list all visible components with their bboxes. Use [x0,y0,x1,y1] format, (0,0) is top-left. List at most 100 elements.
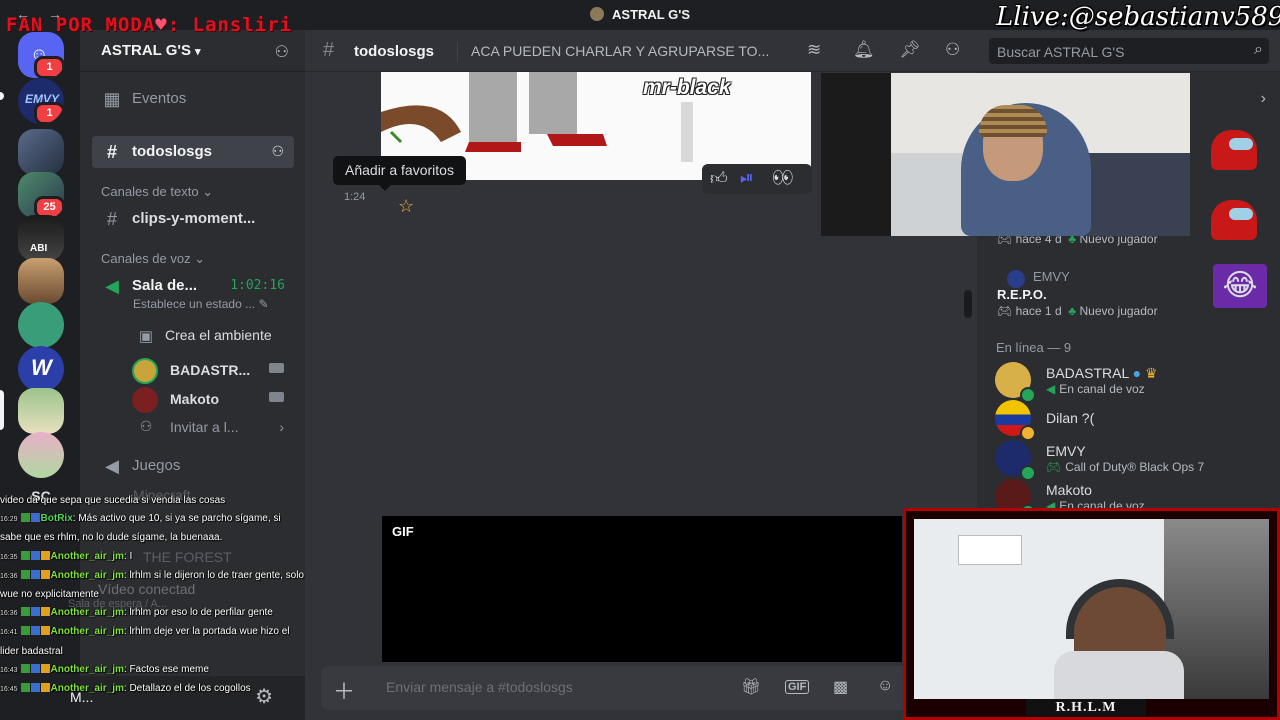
activity-card[interactable]: EMVY R.E.P.O. 🎮︎ hace 1 d ♣︎ Nuevo jugad… [987,264,1271,324]
gif-tag: GIF [392,524,414,539]
unread-badge: 1 [34,102,64,124]
thumbs-up-icon[interactable]: 👍︎ [710,168,728,189]
hash-icon: # [323,39,335,61]
member-name: BADASTRAL ● ♛ [1046,365,1158,381]
chat-line: 16:36 Another_air_jm: lrhlm por eso lo de… [0,607,273,619]
among-us-icon [1211,200,1257,240]
pencil-icon: ✎ [258,297,269,311]
member-subtext: ◀ En canal de voz [1046,382,1145,396]
globe-icon: ● [1132,365,1142,381]
live-handle-overlay: Llive:@sebastianv5892 [996,2,1280,32]
emoji-thumbnail: 😂︎ [1213,264,1267,308]
channel-item-todoslosgs[interactable]: # todoslosgs ⚇ [92,136,294,168]
voice-user[interactable]: BADASTR... [132,356,292,384]
member-item[interactable]: EMVY 🎮︎ Call of Duty® Black Ops 7 [993,438,1263,481]
eyes-icon[interactable]: 👀︎ [772,168,794,188]
camera-icon [269,392,284,402]
voice-timer: 1:02:16 [230,278,285,293]
among-us-icon [1211,130,1257,170]
online-header: En línea — 9 [996,340,1072,355]
search-box[interactable]: Buscar ASTRAL G'S ⌕ [989,38,1269,64]
member-item[interactable]: Dilan ?( [993,398,1263,441]
crown-icon: ♛ [1144,365,1158,381]
favorite-star-icon[interactable]: ☆ [398,196,414,217]
gif-embed[interactable]: GIF [382,516,902,662]
chat-header: # todoslosgs ACA PUEDEN CHARLAR Y AGRUPA… [305,30,1280,72]
heart-icon: ♥ [155,14,168,36]
stream-chat-overlay: video da que sepa que sucedia si vendia … [0,492,305,720]
server-icon[interactable] [18,432,64,478]
invite-people-icon[interactable]: ⚇ [275,42,289,62]
thumbnail [1207,200,1261,242]
pin-icon[interactable]: 📌︎ [899,40,921,60]
category-voice-channels[interactable]: Canales de voz ⌄ [101,251,205,267]
events-item[interactable]: ▦ Eventos [92,83,294,115]
member-list-icon[interactable]: ⚇ [945,40,960,60]
gif-button[interactable]: GIF [785,680,810,694]
avatar [132,358,158,384]
chat-line: 16:29 BotRix: Más activo que 10, si ya se… [0,513,281,544]
voice-user[interactable]: Makoto [132,385,292,413]
channel-item-clips[interactable]: # clips-y-moment... [92,203,294,235]
gift-icon[interactable]: 🎁︎ [741,677,761,697]
gamepad-icon: 🎮︎ [1046,460,1062,474]
meme-caption: mr-black [643,76,731,99]
server-astral-gs[interactable] [18,388,64,434]
message-timestamp: 1:24 [344,191,366,203]
threads-icon[interactable]: ≋ [807,40,821,60]
favorite-tooltip: Añadir a favoritos [333,156,466,191]
guild-header[interactable]: ASTRAL G'S ▾ ⚇ [80,30,305,72]
reaction-bar: 👍︎ ⏯︎ 👀︎ [702,164,812,194]
message-composer[interactable]: ＋ Enviar mensaje a #todoslosgs 🎁︎ GIF ▩ … [321,666,921,710]
add-member-icon[interactable]: ⚇ [271,143,284,160]
vibe-icon: ▣ [138,328,154,345]
guest-webcam: R.H.L.M [903,508,1280,720]
fan-overlay: FAN POR MODA♥: Lansliri [6,14,293,36]
bell-icon[interactable]: 🔔︎ [853,40,875,60]
unread-badge: 1 [34,56,64,78]
chat-line: 16:45 Another_air_jm: Detallazo el de los… [0,683,251,695]
server-icon[interactable] [18,302,64,348]
server-icon[interactable] [18,129,64,175]
direct-messages-button[interactable]: ☺ 1 [18,32,64,78]
channel-topic[interactable]: ACA PUEDEN CHARLAR Y AGRUPARSE TO... [471,43,769,59]
chat-line: 16:41 Another_air_jm: lrhlm deje ver la p… [0,626,290,657]
set-vibe-item[interactable]: ▣ Crea el ambiente [92,320,294,352]
chat-line: 16:36 Another_air_jm: lrhlm si le dijeron… [0,569,304,601]
search-placeholder: Buscar ASTRAL G'S [997,44,1125,60]
server-w[interactable]: W [18,346,64,392]
streamer-webcam [821,73,1190,236]
scrollbar-thumb[interactable] [964,290,972,318]
chevron-down-icon: ⌄ [194,251,206,266]
avatar [132,387,158,413]
sticker-icon[interactable]: ▩ [833,677,848,697]
hash-icon: # [106,209,117,229]
chevron-down-icon: ⌄ [202,184,214,199]
chevron-down-icon: ▾ [194,46,201,58]
chat-line: 16:43 Another_air_jm: Factos ese meme [0,663,209,675]
voice-status[interactable]: Establece un estado ... ✎ [133,297,269,311]
server-icon[interactable]: 25 [18,172,64,218]
emoji-icon[interactable]: ☺ [877,677,893,695]
server-abi[interactable]: ABI [18,215,64,261]
invite-item[interactable]: ⚇ Invitar a l... › [92,412,294,444]
category-text-channels[interactable]: Canales de texto ⌄ [101,184,213,200]
guild-name: ASTRAL G'S ▾ [101,42,201,59]
chat-line: video da que sepa que sucedia si vendia … [0,495,226,506]
member-item[interactable]: BADASTRAL ● ♛ ◀ En canal de voz [993,360,1263,403]
divider [457,42,458,62]
calendar-icon: ▦ [103,89,121,109]
chevron-right-icon[interactable]: › [1261,90,1266,108]
speaker-icon: ◀ [1046,382,1056,396]
server-emvy[interactable]: EMVY 1 [18,78,64,124]
member-subtext: 🎮︎ Call of Duty® Black Ops 7 [1046,460,1205,474]
plus-icon[interactable]: ＋ [333,674,355,706]
media-icon[interactable]: ⏯︎ [740,168,754,188]
category-games[interactable]: ◀ Juegos [92,450,294,482]
channel-name: todoslosgs [354,43,435,60]
hash-icon: # [106,142,117,162]
unread-pill [0,92,4,100]
avatar [1007,270,1025,288]
server-icon[interactable] [18,258,64,304]
thumbnail [1207,130,1261,172]
